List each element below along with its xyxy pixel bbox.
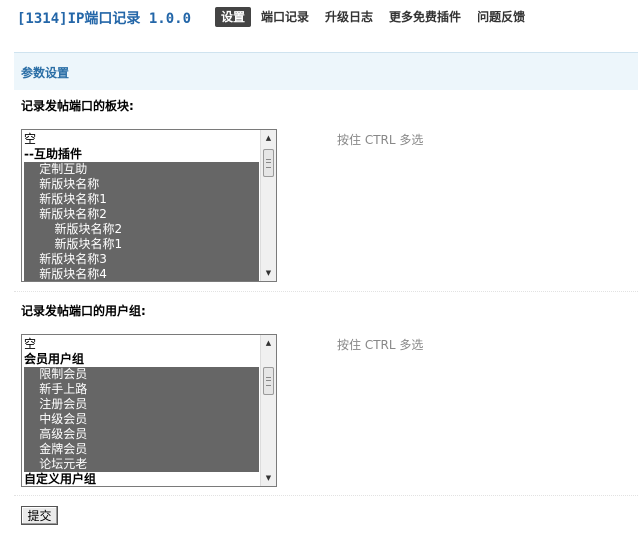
scroll-down-arrow-icon[interactable]: ▼ — [261, 471, 276, 485]
usergroup-multiselect-hint: 按住 CTRL 多选 — [337, 338, 424, 352]
nav-tab-free-plugins[interactable]: 更多免费插件 — [389, 7, 461, 27]
forum-option[interactable]: 新版块名称 — [24, 177, 259, 192]
forum-select-label: 记录发帖端口的板块: — [21, 99, 134, 113]
forum-option[interactable]: 新版块名称1 — [24, 192, 259, 207]
forum-option[interactable]: 新版块名称1 — [24, 237, 259, 252]
row-divider — [14, 291, 638, 292]
forum-scrollbar[interactable]: ▲ ▼ — [260, 130, 276, 281]
usergroup-option[interactable]: 自定义用户组 — [24, 472, 259, 486]
forum-multiselect-hint: 按住 CTRL 多选 — [337, 133, 424, 147]
forum-option[interactable]: 新版块名称3 — [24, 252, 259, 267]
forum-option[interactable]: 新版块名称4 — [24, 267, 259, 281]
usergroup-option[interactable]: 新手上路 — [24, 382, 259, 397]
forum-options: 空 --互助插件 定制互助 新版块名称 新版块名称1 新版块名称2 新版块名称2 … — [24, 132, 259, 281]
section-header: 参数设置 — [14, 52, 638, 90]
forum-option[interactable]: 空 — [24, 132, 259, 147]
usergroup-option[interactable]: 金牌会员 — [24, 442, 259, 457]
forum-option[interactable]: 新版块名称2 — [24, 207, 259, 222]
app-title: [1314]IP端口记录 1.0.0 — [17, 11, 192, 27]
usergroup-scrollbar[interactable]: ▲ ▼ — [260, 335, 276, 486]
forum-multiselect[interactable]: 空 --互助插件 定制互助 新版块名称 新版块名称1 新版块名称2 新版块名称2 … — [21, 129, 277, 282]
forum-option[interactable]: 定制互助 — [24, 162, 259, 177]
main-nav: 设置 端口记录 升级日志 更多免费插件 问题反馈 — [215, 7, 541, 27]
usergroup-option[interactable]: 注册会员 — [24, 397, 259, 412]
usergroup-option[interactable]: 会员用户组 — [24, 352, 259, 367]
usergroup-options: 空会员用户组 限制会员 新手上路 注册会员 中级会员 高级会员 金牌会员 论坛元… — [24, 337, 259, 486]
forum-option[interactable]: --互助插件 — [24, 147, 259, 162]
scrollbar-thumb[interactable] — [263, 367, 274, 395]
usergroup-option[interactable]: 空 — [24, 337, 259, 352]
scroll-up-arrow-icon[interactable]: ▲ — [261, 336, 276, 350]
nav-tab-feedback[interactable]: 问题反馈 — [477, 7, 525, 27]
nav-tab-changelog[interactable]: 升级日志 — [325, 7, 373, 27]
scroll-down-arrow-icon[interactable]: ▼ — [261, 266, 276, 280]
submit-button[interactable]: 提交 — [21, 506, 58, 525]
section-title: 参数设置 — [21, 66, 70, 80]
row-divider — [14, 495, 638, 496]
nav-tab-port-records[interactable]: 端口记录 — [261, 7, 309, 27]
scrollbar-thumb[interactable] — [263, 149, 274, 177]
usergroup-option[interactable]: 限制会员 — [24, 367, 259, 382]
usergroup-multiselect[interactable]: 空会员用户组 限制会员 新手上路 注册会员 中级会员 高级会员 金牌会员 论坛元… — [21, 334, 277, 487]
top-bar: [1314]IP端口记录 1.0.0 设置 端口记录 升级日志 更多免费插件 问… — [0, 0, 638, 40]
usergroup-option[interactable]: 论坛元老 — [24, 457, 259, 472]
forum-option[interactable]: 新版块名称2 — [24, 222, 259, 237]
scroll-up-arrow-icon[interactable]: ▲ — [261, 131, 276, 145]
usergroup-option[interactable]: 高级会员 — [24, 427, 259, 442]
usergroup-select-label: 记录发帖端口的用户组: — [21, 304, 146, 318]
nav-tab-settings[interactable]: 设置 — [215, 7, 252, 27]
usergroup-option[interactable]: 中级会员 — [24, 412, 259, 427]
